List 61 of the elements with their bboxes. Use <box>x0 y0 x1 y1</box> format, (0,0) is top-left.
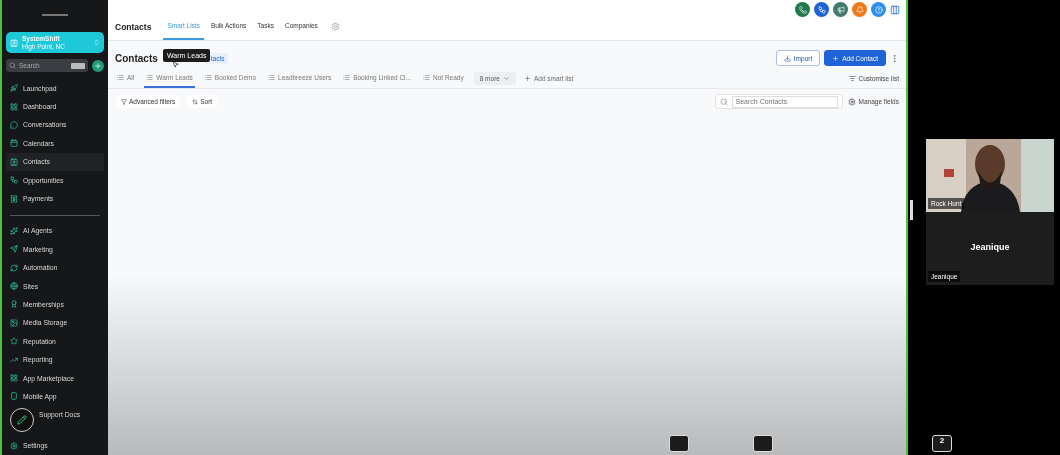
more-icon[interactable] <box>890 53 899 63</box>
settings-icon <box>10 441 18 450</box>
download-icon <box>783 54 791 62</box>
network-icon <box>10 176 18 185</box>
nodes-button[interactable] <box>814 2 829 17</box>
filter-icon <box>121 98 127 105</box>
chat-icon[interactable] <box>753 435 773 452</box>
page-title: Contacts <box>115 22 152 34</box>
sort-icon <box>192 98 199 105</box>
plus-icon <box>832 54 840 62</box>
participant-name: Jeanique <box>969 242 1011 252</box>
gear-icon <box>847 97 856 106</box>
phone-button[interactable] <box>795 2 810 17</box>
contact-card-icon <box>10 157 18 166</box>
megaphone-button[interactable] <box>833 2 848 17</box>
shortcut-key-icon <box>71 62 85 69</box>
send-icon <box>10 245 18 254</box>
grid-icon <box>10 374 18 383</box>
bell-icon <box>855 5 864 14</box>
trend-icon <box>10 355 18 364</box>
globe-icon <box>10 282 18 291</box>
chat-badge[interactable]: 2 <box>932 435 952 452</box>
chevron-icon <box>502 75 510 82</box>
list-icon <box>117 74 124 81</box>
plus-icon <box>523 75 531 82</box>
help-button[interactable] <box>871 2 886 17</box>
list-icon <box>146 74 154 81</box>
refresh-icon <box>10 263 18 272</box>
logo-icon[interactable] <box>890 4 900 15</box>
chat-icon[interactable] <box>669 435 689 452</box>
edit-button[interactable] <box>10 408 34 432</box>
help-icon <box>874 5 883 14</box>
search-icon <box>719 97 728 106</box>
image-icon <box>10 318 18 327</box>
grid-icon <box>10 102 18 111</box>
resize-handle[interactable] <box>910 200 913 220</box>
star-icon <box>10 337 18 346</box>
list-settings-icon <box>848 75 856 82</box>
chat-icon <box>10 120 18 129</box>
bell-button[interactable] <box>852 2 867 17</box>
search-icon <box>9 62 16 69</box>
list-icon <box>268 74 276 81</box>
list-icon <box>423 74 430 81</box>
user-icon <box>10 38 18 47</box>
cursor-icon <box>172 61 179 68</box>
award-icon <box>10 300 18 309</box>
rocket-icon <box>10 84 18 93</box>
receipt-icon <box>10 194 18 203</box>
chevron-icon <box>93 39 100 46</box>
list-icon <box>343 74 351 81</box>
add-button[interactable] <box>92 59 104 72</box>
megaphone-icon <box>836 5 845 14</box>
phone-icon <box>798 5 807 14</box>
plus-icon <box>94 61 102 70</box>
phone-icon <box>10 392 18 401</box>
list-icon <box>204 74 212 81</box>
pencil-icon <box>17 415 27 425</box>
calendar-icon <box>10 139 18 148</box>
section-title: Contacts <box>115 52 158 64</box>
nodes-icon <box>817 5 826 14</box>
sparkles-icon <box>10 226 18 235</box>
